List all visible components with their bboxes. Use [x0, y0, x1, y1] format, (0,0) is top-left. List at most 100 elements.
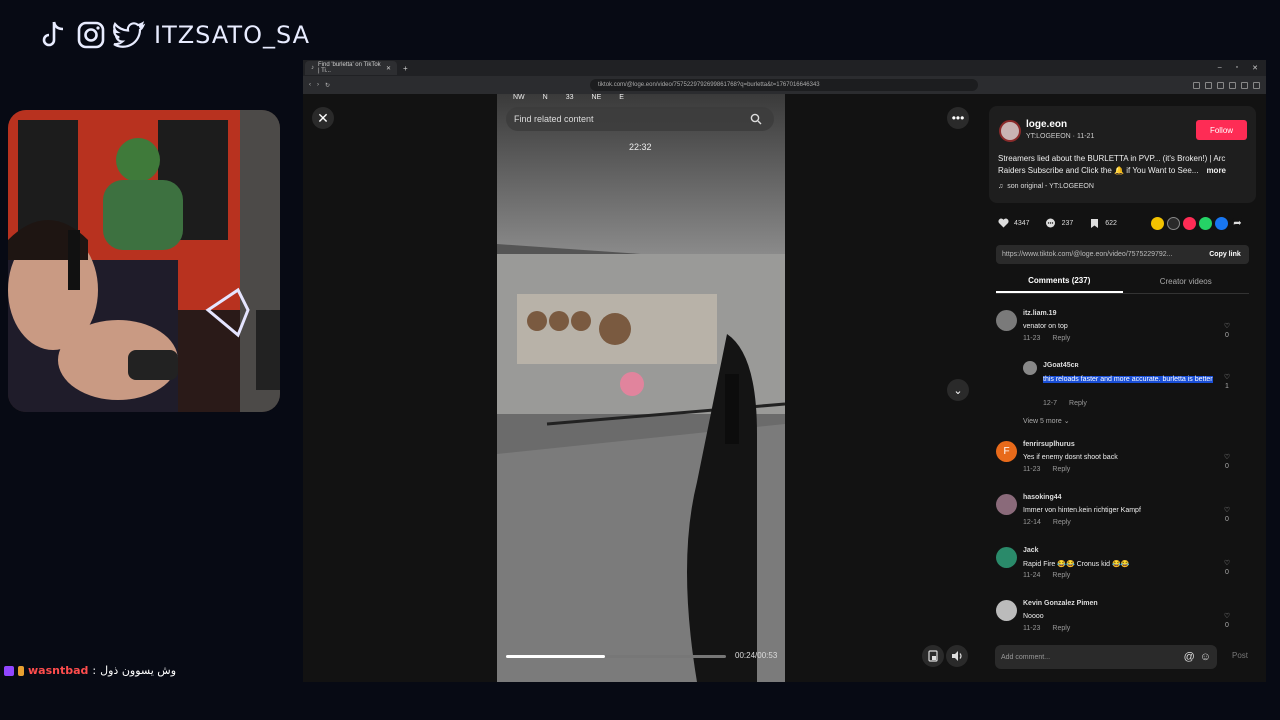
heart-outline-icon: ♡: [1223, 613, 1231, 620]
extension-icon[interactable]: [1193, 81, 1200, 89]
embed-icon[interactable]: [1167, 217, 1180, 230]
comment-like[interactable]: ♡ 0: [1221, 322, 1233, 339]
comment-username[interactable]: itz.liam.19: [1023, 310, 1056, 317]
comment-like[interactable]: ♡ 0: [1221, 612, 1233, 629]
save-button[interactable]: 622: [1088, 217, 1117, 229]
sub-badge-icon: [18, 665, 24, 676]
share-link[interactable]: https://www.tiktok.com/@loge.eon/video/7…: [1002, 251, 1173, 258]
sound-link[interactable]: ♫ son original - YT:LOGEEON: [998, 183, 1094, 190]
video-time: 00:24/00:53: [735, 651, 778, 660]
webcam-feed: [8, 110, 280, 412]
comment-username[interactable]: Jack: [1023, 547, 1039, 554]
tab-comments[interactable]: Comments (237): [996, 270, 1123, 293]
view-more-replies[interactable]: View 5 more ⌄: [1023, 417, 1249, 439]
comment-like-count: 0: [1225, 569, 1229, 576]
browser-tab[interactable]: ♪ Find 'burletta' on TikTok | Ti... ✕: [305, 61, 397, 75]
send-icon[interactable]: [1183, 217, 1196, 230]
reply-button[interactable]: Reply: [1052, 466, 1070, 473]
tiktok-icon: [36, 18, 70, 52]
comment-username[interactable]: Kevin Gonzalez Pimen: [1023, 600, 1098, 607]
reply-like[interactable]: ♡ 1: [1221, 373, 1233, 390]
extension-icon[interactable]: [1241, 81, 1248, 89]
comment-date: 11-23: [1023, 335, 1041, 342]
heart-outline-icon: ♡: [1223, 454, 1231, 461]
game-timer: 22:32: [629, 142, 652, 152]
back-icon[interactable]: ‹: [309, 82, 311, 88]
volume-button[interactable]: [946, 645, 968, 667]
reply-button[interactable]: Reply: [1052, 335, 1070, 342]
comment-username[interactable]: fenrirsuplhurus: [1023, 441, 1075, 448]
avatar[interactable]: [996, 600, 1017, 621]
new-tab-button[interactable]: +: [403, 64, 408, 73]
reply-username[interactable]: JGoat45ᴄʀ: [1043, 362, 1079, 369]
window-close-icon[interactable]: ✕: [1252, 64, 1258, 72]
menu-icon[interactable]: [1253, 81, 1260, 89]
more-options-button[interactable]: •••: [947, 107, 969, 129]
author-subtitle: YT:LOGEEON · 11-21: [1026, 133, 1095, 140]
chevron-down-icon: ⌄: [1063, 418, 1070, 425]
view-more-text: View 5 more: [1023, 418, 1062, 425]
comment-username[interactable]: hasoking44: [1023, 494, 1062, 501]
comment-button[interactable]: 237: [1045, 217, 1074, 229]
extension-icon[interactable]: [1205, 81, 1212, 89]
reply-text: this reloads faster and more accurate. b…: [1043, 376, 1213, 383]
emoji-icon[interactable]: ☺: [1200, 651, 1211, 663]
share-link-row: https://www.tiktok.com/@loge.eon/video/7…: [996, 245, 1249, 264]
search-icon[interactable]: [746, 109, 766, 129]
heart-icon: [997, 217, 1009, 229]
close-icon: ✕: [317, 109, 329, 126]
comment-input[interactable]: Add comment... @ ☺: [995, 645, 1217, 669]
bookmark-icon: [1088, 217, 1100, 229]
picture-in-picture-button[interactable]: [922, 645, 944, 667]
comment-count: 237: [1061, 219, 1074, 227]
whatsapp-icon[interactable]: [1199, 217, 1212, 230]
comment-like[interactable]: ♡ 0: [1221, 559, 1233, 576]
heart-outline-icon: ♡: [1223, 323, 1231, 330]
mention-icon[interactable]: @: [1184, 651, 1195, 663]
twitter-icon: [112, 18, 146, 52]
coin-icon[interactable]: [1151, 217, 1164, 230]
reload-icon[interactable]: ↻: [325, 82, 330, 89]
facebook-icon[interactable]: [1215, 217, 1228, 230]
avatar[interactable]: [996, 310, 1017, 331]
avatar[interactable]: F: [996, 441, 1017, 462]
forward-icon[interactable]: ›: [317, 82, 319, 88]
comment-tabs: Comments (237) Creator videos: [996, 270, 1249, 294]
related-search[interactable]: Find related content: [506, 107, 774, 131]
extension-icon[interactable]: [1229, 81, 1236, 89]
comment-like[interactable]: ♡ 0: [1221, 506, 1233, 523]
avatar[interactable]: [996, 494, 1017, 515]
avatar[interactable]: [996, 547, 1017, 568]
heart-outline-icon: ♡: [1223, 374, 1231, 381]
comment-like[interactable]: ♡ 0: [1221, 453, 1233, 470]
tab-creator-videos[interactable]: Creator videos: [1123, 270, 1250, 293]
video-player[interactable]: [497, 94, 785, 682]
compass-mark: 33: [565, 94, 574, 101]
extension-icon[interactable]: [1217, 81, 1224, 89]
comment-text: venator on top: [1023, 323, 1068, 330]
chat-message: wasntbad : وش يسوون ذول: [4, 664, 176, 677]
author-avatar[interactable]: [999, 120, 1021, 142]
author-name[interactable]: loge.eon: [1026, 119, 1067, 130]
chat-username: wasntbad: [28, 664, 89, 677]
address-field[interactable]: tiktok.com/@loge.eon/video/7575229792699…: [590, 79, 979, 91]
reply-button[interactable]: Reply: [1053, 519, 1071, 526]
share-arrow-icon[interactable]: ➦: [1231, 217, 1244, 230]
copy-link-button[interactable]: Copy link: [1201, 251, 1249, 258]
video-progress-bar[interactable]: [506, 655, 726, 658]
reply-button[interactable]: Reply: [1069, 400, 1087, 407]
reply-button[interactable]: Reply: [1052, 625, 1070, 632]
follow-button[interactable]: Follow: [1196, 120, 1247, 140]
tab-close-icon[interactable]: ✕: [386, 65, 391, 72]
close-button[interactable]: ✕: [312, 107, 334, 129]
comment-text: Immer von hinten.kein richtiger Kampf: [1023, 507, 1141, 514]
like-button[interactable]: 4347: [997, 217, 1030, 229]
next-video-button[interactable]: ⌄: [947, 379, 969, 401]
browser-window: ♪ Find 'burletta' on TikTok | Ti... ✕ + …: [303, 60, 1266, 682]
reply-button[interactable]: Reply: [1052, 572, 1070, 579]
more-link[interactable]: more: [1206, 166, 1226, 175]
maximize-icon[interactable]: ▫: [1236, 64, 1238, 72]
avatar[interactable]: [1023, 361, 1037, 375]
post-button[interactable]: Post: [1232, 651, 1248, 660]
minimize-icon[interactable]: –: [1218, 64, 1222, 72]
